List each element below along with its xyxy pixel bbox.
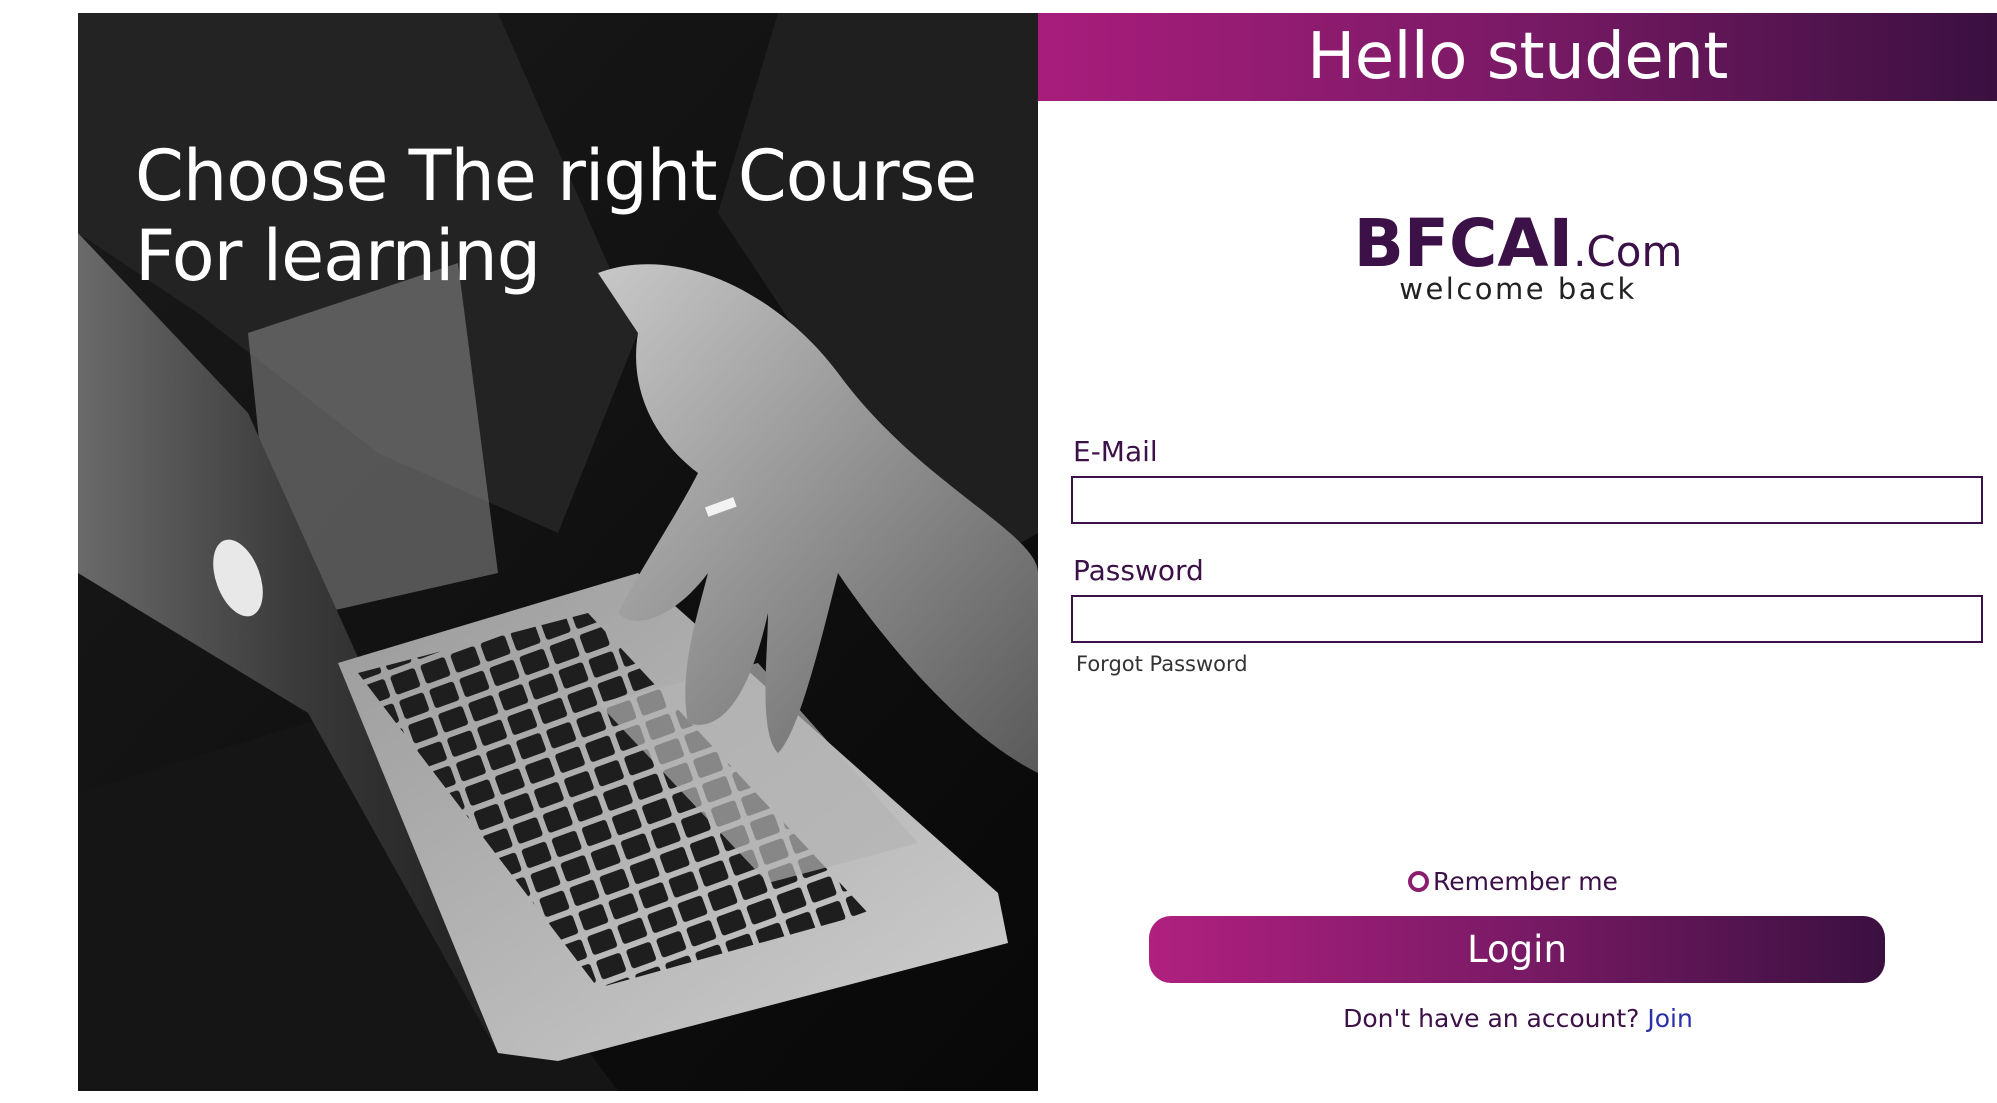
- signup-row: Don't have an account? Join: [1038, 1004, 1997, 1033]
- signup-prompt: Don't have an account?: [1343, 1004, 1640, 1033]
- email-field[interactable]: [1071, 476, 1983, 524]
- hero-title-line-2: For learning: [135, 215, 541, 297]
- hero-image-panel: Choose The right Course For learning: [78, 13, 1038, 1091]
- remember-me-radio[interactable]: [1408, 871, 1429, 892]
- page-title: Hello student: [1307, 20, 1728, 94]
- brand-name: BFCAI: [1353, 205, 1574, 282]
- brand-suffix: .Com: [1573, 227, 1683, 276]
- password-label: Password: [1073, 554, 1204, 587]
- page-header: Hello student: [1038, 13, 1997, 101]
- brand-tagline: welcome back: [1399, 272, 1637, 306]
- brand-block: BFCAI.Com welcome back: [1038, 205, 1997, 306]
- email-label: E-Mail: [1073, 435, 1158, 468]
- remember-me-toggle[interactable]: Remember me: [1408, 867, 1618, 896]
- login-button[interactable]: Login: [1149, 916, 1885, 983]
- remember-me-label: Remember me: [1433, 867, 1618, 896]
- brand-logo: BFCAI.Com: [1038, 205, 1997, 282]
- forgot-password-link[interactable]: Forgot Password: [1076, 652, 1248, 676]
- password-field[interactable]: [1071, 595, 1983, 643]
- hero-title-line-1: Choose The right Course: [135, 135, 977, 217]
- join-link[interactable]: Join: [1647, 1004, 1692, 1033]
- hero-title: Choose The right Course For learning: [135, 135, 977, 297]
